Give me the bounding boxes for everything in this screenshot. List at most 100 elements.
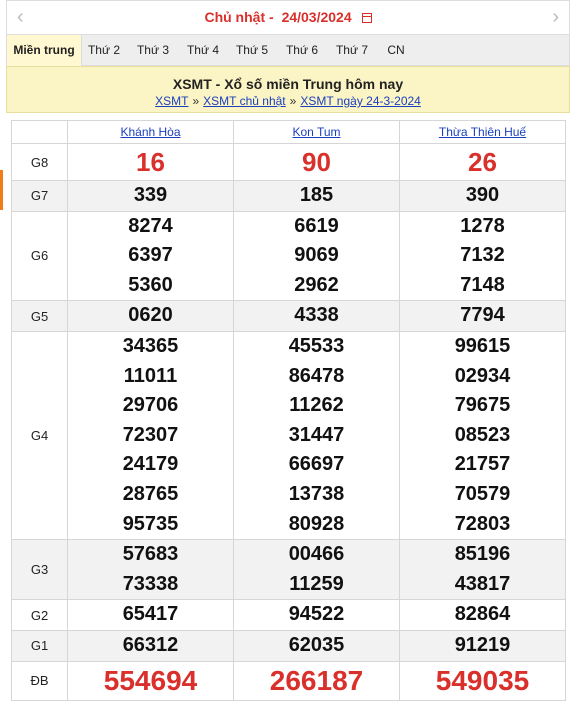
province-link-kon-tum[interactable]: Kon Tum (292, 125, 340, 139)
next-day-chevron-icon[interactable]: › (552, 7, 559, 27)
prize-label: G4 (11, 330, 68, 541)
winning-number: 85196 (454, 543, 511, 566)
winning-number: 95735 (122, 512, 179, 535)
winning-number: 73338 (122, 572, 179, 595)
prize-column-header (11, 120, 68, 144)
breadcrumb: XSMT» XSMT chủ nhật» XSMT ngày 24-3-2024 (7, 94, 569, 108)
winning-number: 5360 (128, 273, 173, 296)
results-header: XSMT - Xổ số miền Trung hôm nay XSMT» XSM… (6, 66, 570, 113)
prize-cell: 99615 02934 79675 08523 21757 70579 72803 (399, 330, 566, 541)
winning-number: 94522 (288, 603, 345, 626)
prize-row: G7 339 185 390 (11, 180, 566, 212)
page-title: XSMT - Xổ số miền Trung hôm nay (172, 76, 404, 92)
prize-cell: 34365 11011 29706 72307 24179 28765 95735 (67, 330, 234, 541)
winning-number: 7794 (460, 304, 505, 327)
tab-mien-trung[interactable]: Miền trung (7, 35, 82, 66)
tab-cn[interactable]: CN (381, 35, 411, 66)
winning-number: 266187 (269, 664, 364, 696)
prize-cell: 185 (233, 180, 400, 212)
province-header: Thừa Thiên Huế (399, 120, 566, 144)
winning-number: 390 (465, 184, 500, 206)
prize-cell: 90 (233, 143, 400, 181)
winning-number: 43817 (454, 572, 511, 595)
tab-thu-5[interactable]: Thứ 5 (232, 35, 272, 66)
province-header-row: Khánh Hòa Kon Tum Thừa Thiên Huế (11, 120, 566, 144)
tab-thu-3[interactable]: Thứ 3 (133, 35, 173, 66)
winning-number: 9069 (294, 244, 339, 267)
winning-number: 79675 (454, 394, 511, 417)
date-navigation-bar: ‹ Chủ nhật - 24/03/2024 › (6, 0, 570, 34)
prize-cell: 66312 (67, 629, 234, 662)
winning-number: 11259 (289, 572, 344, 595)
winning-number: 1278 (460, 214, 505, 237)
winning-number: 13738 (288, 482, 345, 505)
winning-number: 80928 (288, 512, 345, 535)
winning-number: 72803 (454, 512, 511, 535)
prize-cell: 65417 (67, 599, 234, 631)
winning-number: 62035 (288, 633, 345, 656)
prize-cell: 85196 43817 (399, 539, 566, 601)
prize-cell: 4338 (233, 300, 400, 332)
prize-cell: 45533 86478 11262 31447 66697 13738 80928 (233, 330, 400, 541)
winning-number: 24179 (122, 453, 179, 476)
prize-label: ĐB (11, 660, 68, 701)
prize-cell: 549035 (399, 660, 566, 701)
prize-label: G5 (11, 300, 68, 332)
province-header: Khánh Hòa (67, 120, 234, 144)
prize-cell: 57683 73338 (67, 539, 234, 601)
prize-label: G2 (11, 599, 68, 631)
prize-label: G1 (11, 629, 68, 662)
tab-thu-2[interactable]: Thứ 2 (84, 35, 124, 66)
prize-cell: 16 (67, 143, 234, 181)
prize-cell: 82864 (399, 599, 566, 631)
province-header: Kon Tum (233, 120, 400, 144)
tab-thu-7[interactable]: Thứ 7 (332, 35, 372, 66)
winning-number: 16 (136, 147, 165, 177)
prize-cell: 554694 (67, 660, 234, 701)
results-table: Khánh Hòa Kon Tum Thừa Thiên Huế G8 16 90 2… (11, 120, 566, 701)
province-link-thua-thien-hue[interactable]: Thừa Thiên Huế (439, 125, 526, 139)
prize-row: G1 66312 62035 91219 (11, 629, 566, 662)
winning-number: 554694 (103, 664, 198, 696)
left-accent-bar (0, 170, 3, 210)
breadcrumb-link-date[interactable]: XSMT ngày 24-3-2024 (300, 94, 421, 108)
winning-number: 26 (468, 147, 497, 177)
winning-number: 70579 (454, 482, 511, 505)
prize-label: G8 (11, 143, 68, 181)
winning-number: 0620 (128, 304, 173, 327)
winning-number: 72307 (122, 423, 179, 446)
prize-row: G4 34365 11011 29706 72307 24179 28765 95735 455… (11, 330, 566, 541)
winning-number: 90 (302, 147, 331, 177)
winning-number: 00466 (288, 543, 345, 566)
winning-number: 34365 (122, 334, 179, 357)
winning-number: 66312 (122, 633, 179, 656)
prize-row: G6 8274 6397 5360 6619 9069 2962 1278 7132 7148 (11, 210, 566, 302)
winning-number: 02934 (454, 364, 511, 387)
prize-cell: 0620 (67, 300, 234, 332)
prize-cell: 91219 (399, 629, 566, 662)
weekday-label: Chủ nhật - (204, 9, 274, 25)
breadcrumb-link-xsmt[interactable]: XSMT (155, 94, 188, 108)
prize-label: G7 (11, 180, 68, 212)
winning-number: 11262 (289, 394, 344, 417)
tab-thu-6[interactable]: Thứ 6 (282, 35, 322, 66)
winning-number: 185 (299, 184, 334, 206)
winning-number: 28765 (122, 482, 179, 505)
tab-thu-4[interactable]: Thứ 4 (183, 35, 223, 66)
calendar-icon[interactable] (361, 13, 372, 24)
winning-number: 82864 (454, 603, 511, 626)
prize-cell: 7794 (399, 300, 566, 332)
prize-row: G2 65417 94522 82864 (11, 599, 566, 631)
prize-label: G3 (11, 539, 68, 601)
breadcrumb-link-weekday[interactable]: XSMT chủ nhật (203, 94, 286, 108)
prize-row: G8 16 90 26 (11, 143, 566, 181)
date-value: 24/03/2024 (281, 9, 352, 25)
winning-number: 6619 (294, 214, 339, 237)
prize-cell: 339 (67, 180, 234, 212)
province-link-khanh-hoa[interactable]: Khánh Hòa (120, 125, 180, 139)
winning-number: 66697 (288, 453, 345, 476)
winning-number: 99615 (454, 334, 511, 357)
winning-number: 549035 (435, 664, 530, 696)
breadcrumb-separator: » (192, 94, 200, 108)
winning-number: 57683 (122, 543, 179, 566)
